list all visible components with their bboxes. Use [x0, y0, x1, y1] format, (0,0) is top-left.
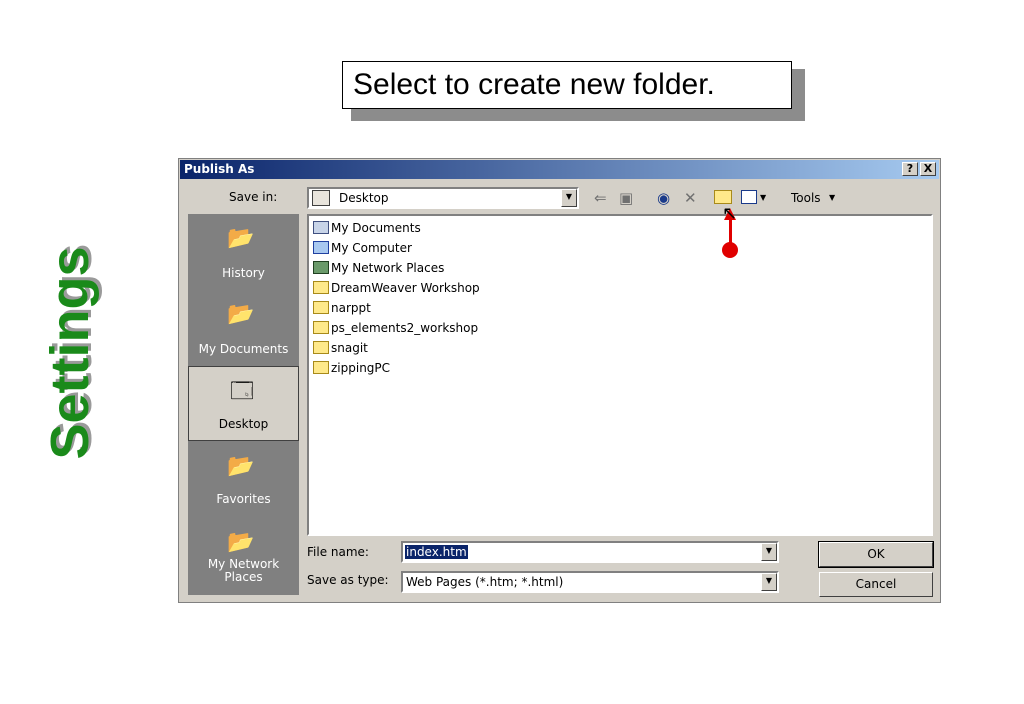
chevron-down-icon[interactable]: ▼	[561, 189, 577, 207]
save-in-value: Desktop	[339, 191, 389, 205]
file-name: DreamWeaver Workshop	[331, 281, 480, 295]
dialog-titlebar: Publish As ? X	[180, 160, 939, 179]
search-web-icon[interactable]: ◉	[657, 187, 670, 209]
help-button[interactable]: ?	[902, 162, 918, 176]
chevron-down-icon[interactable]: ▼	[761, 573, 777, 591]
computer-icon	[313, 241, 329, 254]
desktop-icon: 🗔	[230, 379, 254, 404]
list-item[interactable]: DreamWeaver Workshop	[313, 281, 480, 299]
folder-icon	[313, 321, 329, 334]
list-item[interactable]: My Documents	[313, 221, 421, 239]
my-documents-icon	[313, 221, 329, 234]
places-bar: 📂 History 📂 My Documents 🗔 Desktop 📂 Fav…	[188, 214, 299, 595]
places-label: My Network Places	[207, 557, 280, 584]
up-folder-icon[interactable]: ▣	[619, 187, 633, 209]
dialog-title: Publish As	[184, 162, 255, 176]
places-label: My Documents	[198, 342, 289, 356]
tools-chevron-icon[interactable]: ▼	[829, 187, 835, 209]
places-item-network[interactable]: 📂 My Network Places	[188, 518, 299, 595]
places-label: Desktop	[218, 417, 269, 431]
folder-icon	[313, 301, 329, 314]
new-folder-icon[interactable]	[714, 190, 732, 204]
places-item-history[interactable]: 📂 History	[188, 214, 299, 289]
network-places-icon: 📂	[227, 530, 255, 555]
folder-icon	[313, 341, 329, 354]
chevron-down-icon[interactable]: ▼	[761, 543, 777, 561]
file-list[interactable]: My Documents My Computer My Network Plac…	[307, 214, 933, 536]
views-icon[interactable]	[741, 190, 757, 204]
file-name-field[interactable]: index.htm ▼	[401, 541, 779, 563]
list-item[interactable]: zippingPC	[313, 361, 390, 379]
file-name: ps_elements2_workshop	[331, 321, 479, 335]
list-item[interactable]: narppt	[313, 301, 371, 319]
folder-icon	[313, 361, 329, 374]
list-item[interactable]: My Computer	[313, 241, 412, 259]
my-documents-icon: 📂	[227, 302, 255, 327]
publish-as-dialog: Publish As ? X Save in: Desktop ▼ ⇐ ▣ ◉ …	[178, 158, 941, 603]
save-in-dropdown[interactable]: Desktop ▼	[307, 187, 579, 209]
file-name-value: index.htm	[405, 545, 468, 559]
side-title-text: Settings	[40, 245, 100, 460]
list-item[interactable]: snagit	[313, 341, 368, 359]
cancel-button[interactable]: Cancel	[819, 572, 933, 597]
file-name: My Documents	[331, 221, 421, 235]
file-name: My Network Places	[331, 261, 445, 275]
save-as-type-value: Web Pages (*.htm; *.html)	[406, 575, 564, 589]
back-icon[interactable]: ⇐	[594, 187, 607, 209]
places-item-favorites[interactable]: 📂 Favorites	[188, 442, 299, 517]
list-item[interactable]: ps_elements2_workshop	[313, 321, 478, 339]
places-item-my-documents[interactable]: 📂 My Documents	[188, 290, 299, 365]
places-label: History	[222, 266, 265, 280]
pointer-dot	[722, 242, 738, 258]
file-name: My Computer	[331, 241, 412, 255]
tools-menu[interactable]: Tools	[791, 187, 821, 209]
desktop-icon	[312, 190, 330, 206]
ok-button[interactable]: OK	[818, 541, 934, 568]
file-name: zippingPC	[331, 361, 391, 375]
close-button[interactable]: X	[920, 162, 936, 176]
favorites-icon: 📂	[227, 454, 255, 479]
save-as-type-label: Save as type:	[307, 573, 389, 587]
folder-icon	[313, 281, 329, 294]
save-as-type-dropdown[interactable]: Web Pages (*.htm; *.html) ▼	[401, 571, 779, 593]
slide-side-title: Settings	[40, 245, 100, 460]
save-in-label: Save in:	[229, 190, 278, 204]
network-places-icon	[313, 261, 329, 274]
file-name-label: File name:	[307, 545, 369, 559]
views-chevron-icon[interactable]: ▼	[760, 187, 766, 209]
callout-box: Select to create new folder.	[342, 61, 792, 109]
places-item-desktop[interactable]: 🗔 Desktop	[188, 366, 299, 441]
history-icon: 📂	[227, 226, 255, 251]
mouse-cursor-icon: ↖	[722, 203, 738, 224]
file-name: snagit	[331, 341, 368, 355]
delete-icon[interactable]: ✕	[684, 187, 697, 209]
file-name: narppt	[331, 301, 371, 315]
list-item[interactable]: My Network Places	[313, 261, 444, 279]
places-label: Favorites	[216, 492, 271, 506]
